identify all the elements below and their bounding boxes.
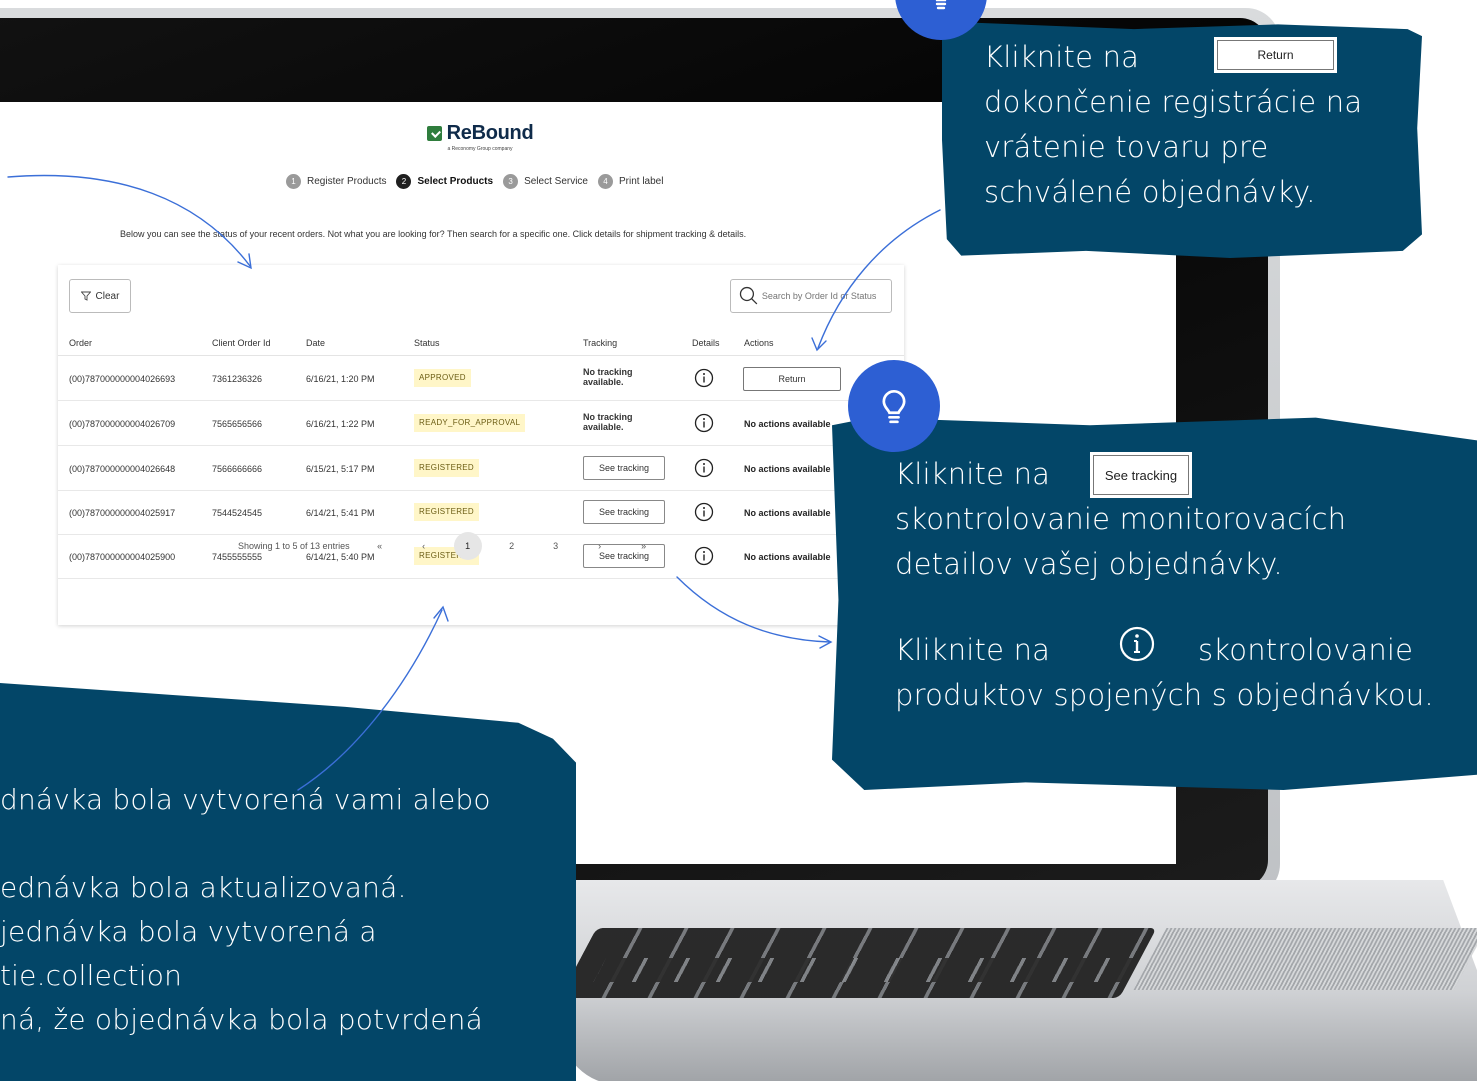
status-legend-line [0,822,576,866]
step-number: 1 [286,174,301,189]
table-header: Order Client Order Id Date Status Tracki… [58,330,904,356]
callout-tracking-text: skontrolovanie monitorovacích detailov v… [895,502,1347,581]
callout-return-line1: Kliknite na [984,40,1140,74]
step-select-service: 3 Select Service [503,174,588,189]
tracking-unavailable-text: No tracking available. [583,367,633,387]
step-label: Select Products [417,176,494,187]
callout-return-text: dokončenie registrácie na vrátenie tovar… [984,85,1363,209]
prev-page-button[interactable]: ‹ [410,532,438,560]
clear-label: Clear [95,290,120,302]
table-row: (00)787000000004026648 7566666666 6/15/2… [58,447,904,491]
brand-name: ReBound [446,122,534,144]
status-legend-text: dnávka bola vytvorená vami alebo ednávka… [0,778,576,1042]
see-tracking-button[interactable]: See tracking [583,456,665,480]
see-tracking-example: See tracking [1093,455,1189,495]
no-actions-text: No actions available [744,419,831,429]
step-number: 2 [396,174,412,189]
brand-subtitle: a Reconomy Group company [447,146,513,152]
pagination-summary: Showing 1 to 5 of 13 entries [238,541,350,551]
last-page-button[interactable]: » [630,532,658,560]
status-legend-line: jednávka bola vytvorená a [0,915,377,948]
table-row: (00)787000000004025917 7544524545 6/14/2… [58,491,904,535]
page-2-button[interactable]: 2 [498,532,526,560]
step-number: 3 [503,174,519,189]
order-cell: (00)787000000004026693 [69,374,176,384]
date-cell: 6/16/21, 1:22 PM [306,419,375,429]
date-cell: 6/14/21, 5:41 PM [306,508,375,518]
info-icon[interactable] [694,458,714,478]
no-actions-text: No actions available [744,464,831,474]
lightbulb-icon [848,360,940,452]
next-page-button[interactable]: › [586,532,614,560]
status-legend-line: ná, že objednávka bola potvrdená [0,1003,483,1036]
callout-details-text: produktov spojených s objednávkou. [895,678,1434,712]
info-icon[interactable] [694,368,714,388]
table-row: (00)787000000004026693 7361236326 6/16/2… [58,357,904,401]
col-details: Details [692,338,720,348]
order-cell: (00)787000000004026648 [69,464,176,474]
info-icon[interactable] [694,413,714,433]
no-actions-text: No actions available [744,552,831,562]
search-input[interactable] [761,291,891,301]
step-register-products: 1 Register Products [286,174,386,189]
intro-text: Below you can see the status of your rec… [120,229,747,239]
pagination: Showing 1 to 5 of 13 entries « ‹ 1 2 3 ›… [238,532,658,560]
search-box[interactable] [730,279,892,313]
client-order-id-cell: 7566666666 [212,464,263,474]
page-3-button[interactable]: 3 [542,532,570,560]
keyboard-row [593,958,1137,982]
status-badge: REGISTERED [414,503,480,521]
page-1-button[interactable]: 1 [453,532,482,560]
order-cell: (00)787000000004026709 [69,419,176,429]
col-status: Status [414,338,440,348]
status-legend-line: dnávka bola vytvorená vami alebo [0,783,491,816]
info-icon[interactable] [694,502,714,522]
filter-icon [80,291,91,301]
tracking-unavailable-text: No tracking available. [583,412,633,432]
callout-details-line1-end: skontrolovanie [1198,633,1414,667]
step-select-products: 2 Select Products [396,174,493,189]
return-button[interactable]: Return [743,367,841,391]
callout-details-line1: Kliknite na [895,633,1051,667]
date-cell: 6/15/21, 5:17 PM [306,464,375,474]
rebound-logo: ReBound a Reconomy Group company [410,122,550,152]
status-legend-line: tie.collection [0,959,183,992]
rebound-check-icon [426,126,442,141]
client-order-id-cell: 7361236326 [212,374,263,384]
no-actions-text: No actions available [744,508,831,518]
see-tracking-button[interactable]: See tracking [583,500,665,524]
speaker-grille [1133,928,1477,990]
search-icon [739,286,758,305]
status-badge: READY_FOR_APPROVAL [414,414,526,432]
col-client-order-id: Client Order Id [212,338,271,348]
step-number: 4 [598,174,613,189]
callout-tracking-line1: Kliknite na [895,457,1051,491]
clear-filter-button[interactable]: Clear [69,279,131,313]
status-legend-line: ednávka bola aktualizovaná. [0,871,407,904]
step-label: Print label [619,176,664,187]
step-print-label: 4 Print label [598,174,663,189]
col-order: Order [69,338,93,348]
client-order-id-cell: 7544524545 [212,508,263,518]
client-order-id-cell: 7565656566 [212,419,263,429]
order-cell: (00)787000000004025900 [69,552,176,562]
orders-table-card: Clear Order Client Order Id Date Status … [58,265,904,625]
info-icon [1119,626,1155,662]
progress-stepper: 1 Register Products 2 Select Products 3 … [286,174,663,189]
table-row: (00)787000000004026709 7565656566 6/16/2… [58,402,904,446]
col-actions: Actions [744,338,774,348]
first-page-button[interactable]: « [366,532,394,560]
date-cell: 6/16/21, 1:20 PM [306,374,375,384]
col-tracking: Tracking [583,338,618,348]
info-icon[interactable] [694,546,714,566]
status-badge: REGISTERED [414,459,480,477]
order-cell: (00)787000000004025917 [69,508,176,518]
col-date: Date [306,338,326,348]
return-button-example: Return [1217,40,1334,70]
step-label: Select Service [524,176,588,187]
status-badge: APPROVED [414,369,471,387]
step-label: Register Products [307,176,387,187]
